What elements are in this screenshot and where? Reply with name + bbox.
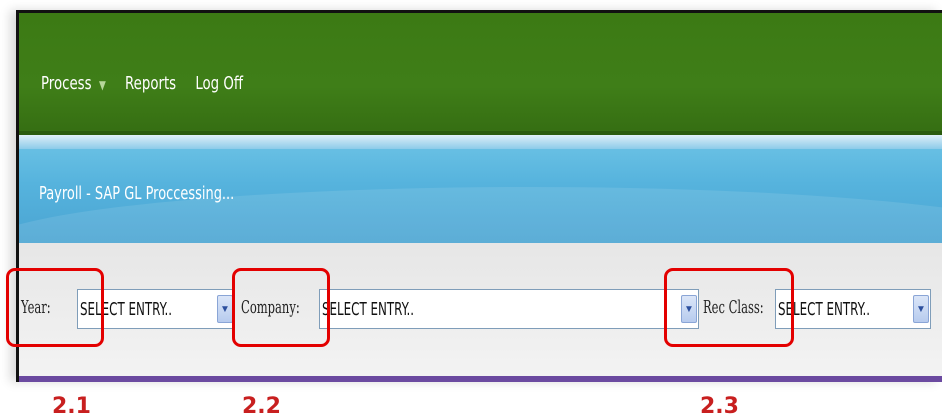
filter-bar: Year: SELECT ENTRY.. ▼ Company: SELECT E…	[19, 243, 942, 382]
step-label-2-2: 2.2	[242, 394, 281, 419]
menu-reports-label: Reports	[125, 73, 177, 94]
page-banner: Payroll - SAP GL Proccessing...	[19, 135, 942, 243]
company-select[interactable]: SELECT ENTRY.. ▼	[319, 289, 699, 329]
company-select-value: SELECT ENTRY..	[322, 299, 415, 320]
rec-class-select[interactable]: SELECT ENTRY.. ▼	[775, 289, 931, 329]
main-menu: Process ▼ Reports Log Off	[41, 73, 262, 94]
chevron-down-icon[interactable]: ▼	[217, 295, 233, 323]
banner-strip	[19, 135, 942, 149]
frame-bottom-border	[16, 376, 942, 382]
step-label-2-3: 2.3	[700, 394, 739, 419]
year-label: Year:	[21, 297, 51, 318]
filter-row: Year: SELECT ENTRY.. ▼ Company: SELECT E…	[19, 279, 942, 339]
page-title: Payroll - SAP GL Proccessing...	[39, 183, 235, 204]
triangle-down-icon: ▼	[98, 77, 106, 92]
menu-reports[interactable]: Reports	[125, 73, 176, 94]
app-window: Process ▼ Reports Log Off Payroll - SAP …	[16, 10, 942, 382]
screenshot-page: Process ▼ Reports Log Off Payroll - SAP …	[0, 0, 942, 420]
rec-class-label: Rec Class:	[703, 297, 764, 318]
year-select-value: SELECT ENTRY..	[80, 299, 173, 320]
company-label: Company:	[241, 297, 300, 318]
rec-class-select-value: SELECT ENTRY..	[778, 299, 871, 320]
top-navigation: Process ▼ Reports Log Off	[19, 13, 942, 135]
chevron-down-icon[interactable]: ▼	[681, 295, 697, 323]
menu-log-off-label: Log Off	[195, 73, 244, 94]
year-select[interactable]: SELECT ENTRY.. ▼	[77, 289, 235, 329]
menu-process-label: Process	[41, 73, 92, 94]
menu-process[interactable]: Process ▼	[41, 73, 106, 94]
chevron-down-icon[interactable]: ▼	[913, 295, 929, 323]
step-label-2-1: 2.1	[52, 394, 91, 419]
menu-log-off[interactable]: Log Off	[195, 73, 243, 94]
